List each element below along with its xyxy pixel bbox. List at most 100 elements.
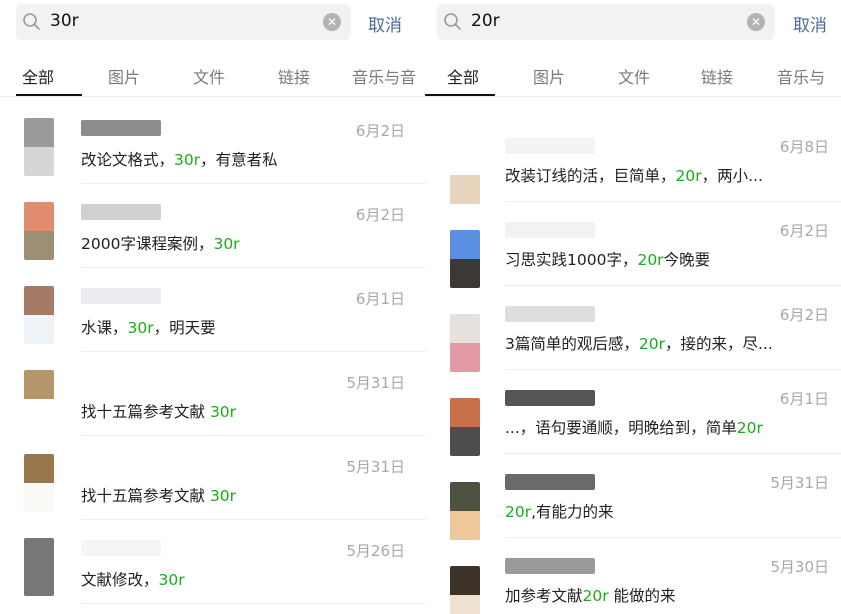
search-highlight: 30r bbox=[209, 487, 237, 505]
message-snippet: 习思实践1000字，20r今晚要 bbox=[505, 248, 710, 270]
message-text: ，明天要 bbox=[153, 319, 216, 337]
result-row[interactable]: 5月31日 20r,有能力的来 bbox=[425, 454, 841, 540]
sender-name-redacted bbox=[81, 204, 161, 220]
search-highlight: 30r bbox=[209, 403, 237, 421]
cancel-button[interactable]: 取消 bbox=[793, 11, 827, 36]
tab-links[interactable]: 链接 bbox=[701, 64, 733, 88]
search-highlight: 30r bbox=[174, 151, 201, 169]
row-divider bbox=[81, 603, 425, 604]
search-highlight: 20r bbox=[675, 167, 702, 185]
message-snippet: ...，语句要通顺，明晚给到，简单20r bbox=[505, 416, 763, 438]
message-text: 水课， bbox=[81, 319, 128, 337]
sender-name-redacted bbox=[81, 120, 161, 136]
search-highlight: 20r bbox=[638, 335, 665, 353]
sender-name-redacted bbox=[505, 306, 595, 322]
sender-name-redacted bbox=[81, 456, 161, 472]
message-date: 6月1日 bbox=[355, 290, 405, 308]
message-text: 文献修改， bbox=[81, 571, 159, 589]
message-text: 习思实践1000字， bbox=[505, 251, 638, 269]
clear-icon[interactable]: ✕ bbox=[747, 13, 765, 31]
sender-name-redacted bbox=[505, 474, 595, 490]
avatar bbox=[24, 286, 54, 344]
message-text: 加参考文献 bbox=[505, 587, 583, 605]
search-highlight: 20r bbox=[582, 587, 609, 605]
message-snippet: 水课，30r，明天要 bbox=[81, 316, 216, 338]
result-row[interactable]: 5月26日 文献修改，30r bbox=[0, 520, 425, 604]
result-row[interactable]: 6月2日改论文格式，30r，有意者私 bbox=[0, 100, 425, 184]
search-icon bbox=[444, 13, 461, 30]
message-snippet: 加参考文献20r 能做的来 bbox=[505, 584, 676, 606]
message-snippet: 改装订线的活，巨简单，20r，两小... bbox=[505, 164, 763, 186]
result-row[interactable]: 6月2日习思实践1000字，20r今晚要 bbox=[425, 202, 841, 288]
search-query: 20r bbox=[471, 11, 500, 31]
search-bar: 20r ✕ 取消 bbox=[425, 0, 841, 46]
tab-images[interactable]: 图片 bbox=[533, 64, 565, 88]
message-snippet: 找十五篇参考文献 30r bbox=[81, 400, 236, 422]
tab-images[interactable]: 图片 bbox=[108, 64, 140, 88]
result-row[interactable]: 5月30日加参考文献20r 能做的来 bbox=[425, 538, 841, 614]
message-text: 今晚要 bbox=[663, 251, 711, 269]
tab-links[interactable]: 链接 bbox=[278, 64, 310, 88]
search-highlight: 30r bbox=[158, 571, 185, 589]
message-text: 3篇简单的观后感， bbox=[505, 335, 639, 353]
avatar bbox=[24, 118, 54, 176]
avatar bbox=[450, 146, 480, 204]
sender-name-redacted bbox=[81, 372, 161, 388]
search-panel-right: 20r ✕ 取消 全部 图片 文件 链接 音乐与 6月8日 改装订线的活，巨简单，… bbox=[425, 0, 841, 614]
avatar bbox=[450, 566, 480, 614]
message-text: ，有意者私 bbox=[200, 151, 278, 169]
result-row[interactable]: 5月31日 找十五篇参考文献 30r bbox=[0, 436, 425, 520]
tab-all[interactable]: 全部 bbox=[22, 64, 54, 88]
result-row[interactable]: 6月2日 2000字课程案例，30r bbox=[0, 184, 425, 268]
result-row[interactable]: 6月8日 改装订线的活，巨简单，20r，两小... bbox=[425, 118, 841, 204]
message-date: 5月30日 bbox=[770, 558, 829, 576]
message-date: 5月31日 bbox=[346, 374, 405, 392]
sender-name-redacted bbox=[81, 288, 161, 304]
tab-all[interactable]: 全部 bbox=[447, 64, 479, 88]
sender-name-redacted bbox=[505, 222, 595, 238]
message-date: 6月8日 bbox=[779, 138, 829, 156]
message-text: 2000字课程案例， bbox=[81, 235, 214, 253]
message-text: 改论文格式， bbox=[81, 151, 175, 169]
sender-name-redacted bbox=[505, 138, 595, 154]
tab-music[interactable]: 音乐与音 bbox=[352, 64, 416, 88]
avatar bbox=[24, 202, 54, 260]
message-date: 6月2日 bbox=[355, 206, 405, 224]
message-text: 找十五篇参考文献 bbox=[81, 487, 210, 505]
result-row[interactable]: 5月31日找十五篇参考文献 30r bbox=[0, 352, 425, 436]
search-input[interactable]: 30r ✕ bbox=[16, 4, 351, 40]
message-date: 6月2日 bbox=[779, 222, 829, 240]
cancel-button[interactable]: 取消 bbox=[368, 11, 402, 36]
message-snippet: 找十五篇参考文献 30r bbox=[81, 484, 236, 506]
message-snippet: 2000字课程案例，30r bbox=[81, 232, 240, 254]
result-row[interactable]: 6月2日 3篇简单的观后感，20r，接的来，尽... bbox=[425, 286, 841, 372]
avatar bbox=[24, 538, 54, 596]
tab-files[interactable]: 文件 bbox=[193, 64, 225, 88]
tab-files[interactable]: 文件 bbox=[618, 64, 650, 88]
message-date: 6月2日 bbox=[355, 122, 405, 140]
clear-icon[interactable]: ✕ bbox=[323, 13, 341, 31]
message-text: 找十五篇参考文献 bbox=[81, 403, 210, 421]
message-text: 改装订线的活，巨简单， bbox=[505, 167, 676, 185]
tab-bar: 全部 图片 文件 链接 音乐与 bbox=[425, 56, 841, 96]
avatar bbox=[450, 314, 480, 372]
search-panel-left: 30r ✕ 取消 全部 图片 文件 链接 音乐与音 6月2日 改论文格式，30r，… bbox=[0, 0, 425, 614]
sender-name-redacted bbox=[505, 558, 595, 574]
message-snippet: 改论文格式，30r，有意者私 bbox=[81, 148, 278, 170]
sender-name-redacted bbox=[81, 540, 161, 556]
message-text: ，接的来，尽... bbox=[664, 335, 773, 353]
message-date: 6月2日 bbox=[779, 306, 829, 324]
message-date: 5月31日 bbox=[770, 474, 829, 492]
tab-bar: 全部 图片 文件 链接 音乐与音 bbox=[0, 56, 425, 96]
divider bbox=[0, 96, 425, 97]
message-snippet: 文献修改，30r bbox=[81, 568, 185, 590]
search-highlight: 30r bbox=[127, 319, 154, 337]
message-text: ...，语句要通顺，明晚给到，简单 bbox=[505, 419, 737, 437]
tab-music[interactable]: 音乐与 bbox=[777, 64, 825, 88]
avatar bbox=[450, 230, 480, 288]
result-row[interactable]: 6月1日水课，30r，明天要 bbox=[0, 268, 425, 352]
sender-name-redacted bbox=[505, 390, 595, 406]
message-snippet: 3篇简单的观后感，20r，接的来，尽... bbox=[505, 332, 773, 354]
result-row[interactable]: 6月1日 ...，语句要通顺，明晚给到，简单20r bbox=[425, 370, 841, 456]
search-input[interactable]: 20r ✕ bbox=[437, 4, 775, 40]
